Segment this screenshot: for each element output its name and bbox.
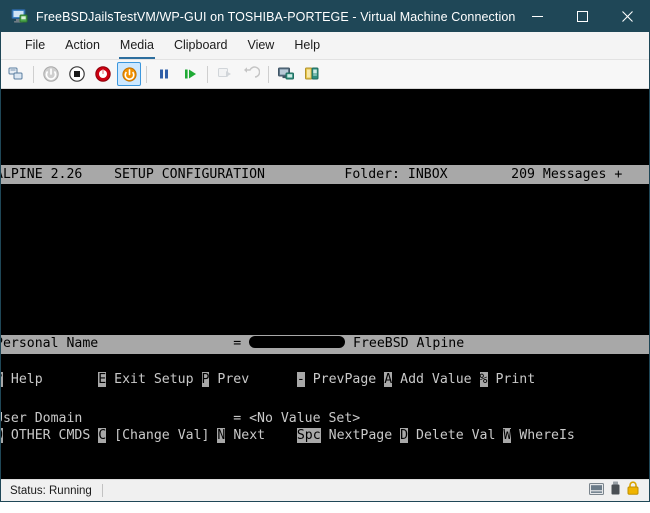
folder-name: INBOX (407, 166, 448, 182)
minimize-button[interactable] (515, 1, 560, 32)
turn-off-button[interactable] (65, 62, 89, 86)
key-prevpage-label[interactable]: PrevPage (313, 372, 377, 387)
key-add-value-label[interactable]: Add Value (400, 372, 471, 387)
key-exit-setup[interactable]: E (98, 371, 107, 387)
menu-help[interactable]: Help (284, 32, 330, 59)
menu-action[interactable]: Action (55, 32, 110, 59)
key-exit-setup-label[interactable]: Exit Setup (114, 372, 193, 387)
screen-root: FreeBSDJailsTestVM/WP-GUI on TOSHIBA-POR… (0, 0, 650, 513)
vm-connection-window: FreeBSDJailsTestVM/WP-GUI on TOSHIBA-POR… (0, 0, 650, 502)
key-print[interactable]: % (479, 371, 488, 387)
vm-console[interactable]: ALPINE 2.26 SETUP CONFIGURATION Folder: … (1, 89, 649, 484)
status-indicators (589, 481, 639, 500)
toolbar-separator (33, 65, 34, 83)
ctrl-alt-del-button[interactable] (4, 62, 28, 86)
key-menu-row-1: ? Help E Exit Setup P Prev - PrevPage A … (1, 371, 649, 390)
key-other-cmds-label[interactable]: OTHER CMDS (11, 428, 90, 443)
lock-indicator-icon (627, 481, 639, 500)
key-next-label[interactable]: Next (233, 428, 265, 443)
key-menu-row-2: O OTHER CMDS C [Change Val] N Next Spc N… (1, 427, 649, 446)
menu-file[interactable]: File (15, 32, 55, 59)
menu-clipboard[interactable]: Clipboard (164, 32, 238, 59)
enhanced-session-button[interactable] (274, 62, 298, 86)
reset-button[interactable] (91, 62, 115, 86)
snapshot-button[interactable] (213, 62, 237, 86)
alpine-version: ALPINE 2.26 (1, 166, 83, 182)
toolbar-separator (207, 65, 208, 83)
revert-button[interactable] (239, 62, 263, 86)
start-button[interactable] (117, 62, 141, 86)
close-button[interactable] (605, 1, 650, 32)
key-prevpage[interactable]: - (296, 371, 305, 387)
spacer-row (1, 240, 649, 259)
status-bar: Status: Running (1, 479, 649, 501)
key-add-value[interactable]: A (384, 371, 393, 387)
status-separator (101, 484, 103, 497)
maximize-button[interactable] (560, 1, 605, 32)
key-prev-label[interactable]: Prev (217, 372, 249, 387)
title-bar[interactable]: FreeBSDJailsTestVM/WP-GUI on TOSHIBA-POR… (1, 1, 649, 32)
checkpoint-button[interactable] (300, 62, 324, 86)
key-whereis-label[interactable]: WhereIs (519, 428, 575, 443)
key-change-val-label[interactable]: [Change Val] (114, 428, 209, 443)
menu-media[interactable]: Media (110, 32, 164, 59)
toolbar (1, 60, 649, 89)
message-count: 209 Messages (511, 166, 607, 182)
shutdown-button[interactable] (39, 62, 63, 86)
virtual-machine-icon (11, 9, 28, 24)
usb-indicator-icon (611, 481, 620, 500)
more-indicator: + (614, 166, 623, 182)
window-controls (515, 1, 650, 32)
resume-button[interactable] (178, 62, 202, 86)
menu-bar: File Action Media Clipboard View Help (1, 32, 649, 60)
pause-button[interactable] (152, 62, 176, 86)
vm-status-text: Status: Running (10, 484, 92, 497)
keyboard-indicator-icon (589, 482, 604, 500)
window-title: FreeBSDJailsTestVM/WP-GUI on TOSHIBA-POR… (36, 9, 516, 24)
key-delete-val-label[interactable]: Delete Val (416, 428, 495, 443)
key-nextpage[interactable]: Spc (296, 428, 321, 444)
alpine-header-bar: ALPINE 2.26 SETUP CONFIGURATION Folder: … (1, 164, 649, 184)
key-help-label[interactable]: Help (11, 372, 43, 387)
menu-view[interactable]: View (237, 32, 284, 59)
key-nextpage-label[interactable]: NextPage (329, 428, 393, 443)
key-delete-val[interactable]: D (400, 428, 409, 444)
folder-label: Folder: (344, 166, 400, 182)
alpine-screen-title: SETUP CONFIGURATION (114, 166, 265, 182)
toolbar-separator (268, 65, 269, 83)
key-print-label[interactable]: Print (495, 372, 535, 387)
toolbar-separator (146, 65, 147, 83)
alpine-key-menu: ? Help E Exit Setup P Prev - PrevPage A … (1, 333, 649, 484)
